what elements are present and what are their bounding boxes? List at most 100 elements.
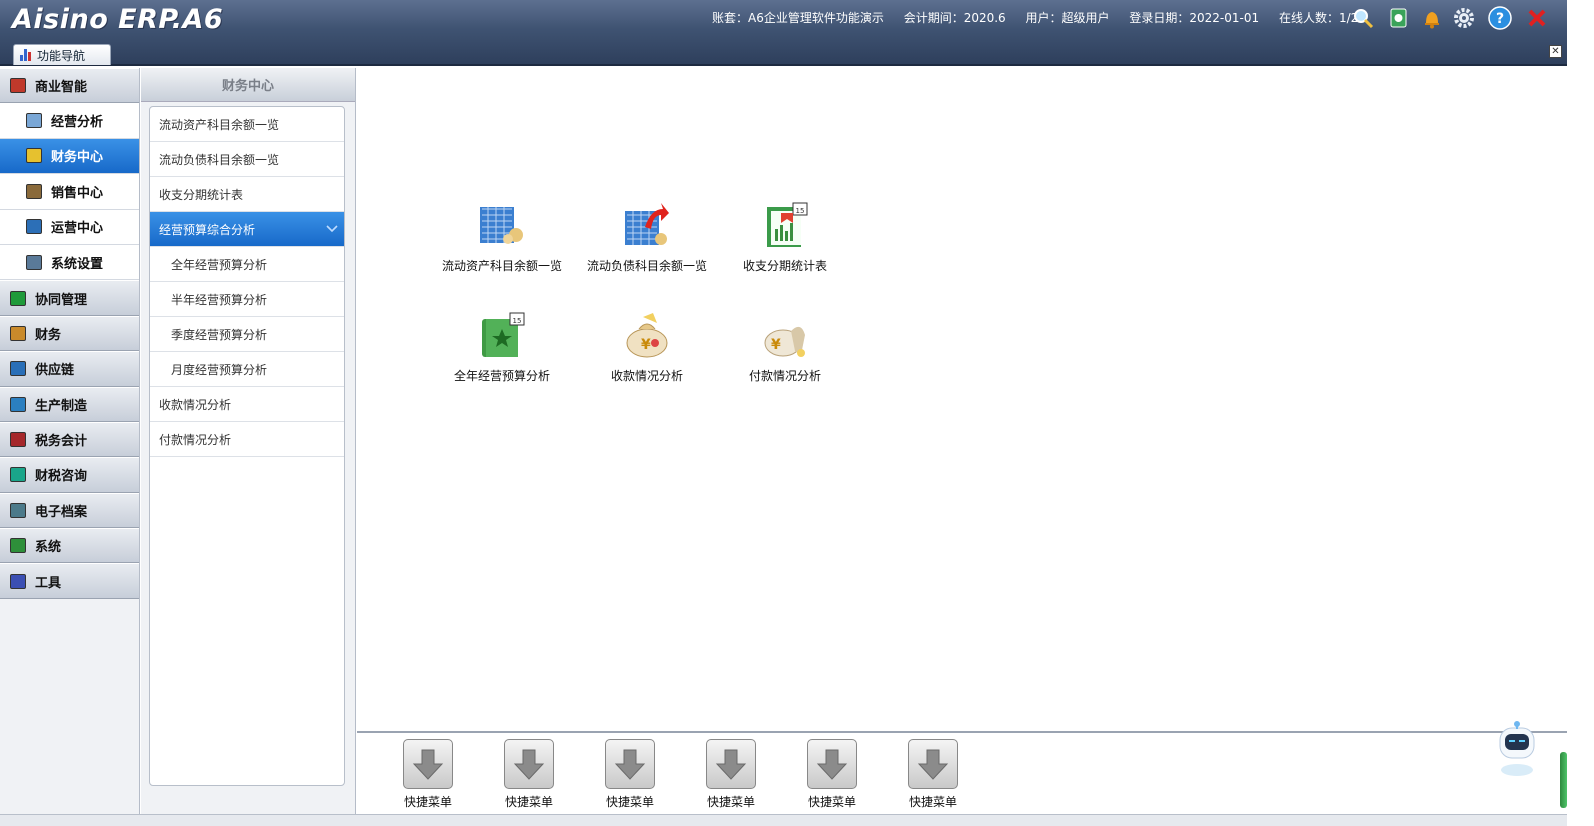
sidebar-item-1[interactable]: 商业智能 — [0, 68, 139, 104]
secondary-nav-item-2[interactable]: 流动负债科目余额一览 — [150, 142, 344, 177]
app-shortcut-6[interactable]: ¥ 付款情况分析 — [715, 311, 855, 384]
sidebar-item-3[interactable]: 财务中心 — [0, 138, 139, 175]
tab-label: 功能导航 — [37, 48, 86, 63]
module-icon — [10, 467, 26, 483]
module-icon — [10, 502, 26, 518]
sidebar-item-10[interactable]: 生产制造 — [0, 386, 139, 422]
quick-menu-label: 快捷菜单 — [403, 795, 452, 809]
sidebar-item-label: 电子档案 — [35, 504, 88, 520]
app-shortcut-2[interactable]: 流动负债科目余额一览 — [577, 201, 717, 274]
sidebar-item-label: 经营分析 — [51, 115, 104, 131]
sidebar-item-7[interactable]: 协同管理 — [0, 280, 139, 316]
quick-menu-button-6[interactable]: 快捷菜单 — [903, 739, 963, 810]
secondary-nav-item-label: 经营预算综合分析 — [159, 222, 256, 237]
online-count-label: 在线人数：1/2 — [1278, 11, 1359, 25]
app-shortcut-1[interactable]: 流动资产科目余额一览 — [432, 201, 572, 274]
sidebar-item-13[interactable]: 电子档案 — [0, 492, 139, 529]
secondary-nav-item-label: 流动负债科目余额一览 — [159, 152, 280, 167]
sidebar-item-4[interactable]: 销售中心 — [0, 174, 139, 210]
search-icon[interactable] — [1351, 6, 1375, 30]
sidebar-item-label: 财税咨询 — [35, 469, 88, 485]
sidebar-item-9[interactable]: 供应链 — [0, 351, 139, 387]
assistant-robot-icon[interactable] — [1490, 720, 1544, 778]
quick-menu-button-2[interactable]: 快捷菜单 — [499, 739, 559, 810]
secondary-nav-item-10[interactable]: 付款情况分析 — [150, 422, 344, 457]
login-date-label: 登录日期：2022-01-01 — [1129, 11, 1260, 25]
app-shortcut-4[interactable]: 15 全年经营预算分析 — [432, 311, 572, 384]
scroll-indicator[interactable] — [1560, 752, 1567, 808]
secondary-nav-item-9[interactable]: 收款情况分析 — [150, 387, 344, 422]
annual-budget-icon: 15 — [478, 311, 526, 359]
close-icon[interactable] — [1525, 6, 1549, 30]
module-icon — [26, 219, 42, 235]
secondary-nav-item-label: 季度经营预算分析 — [171, 327, 268, 342]
asset-balance-icon — [478, 201, 526, 249]
app-shortcut-3[interactable]: 15 收支分期统计表 — [715, 201, 855, 274]
secondary-nav-item-5[interactable]: 全年经营预算分析 — [150, 247, 344, 282]
close-tab-icon[interactable]: ✕ — [1549, 45, 1562, 58]
secondary-nav-item-1[interactable]: 流动资产科目余额一览 — [150, 107, 344, 142]
secondary-nav-item-label: 收支分期统计表 — [159, 187, 244, 202]
app-shortcut-label: 流动负债科目余额一览 — [586, 259, 707, 273]
secondary-nav-title: 财务中心 — [141, 68, 355, 102]
sidebar-item-11[interactable]: 税务会计 — [0, 421, 139, 458]
secondary-nav-list: 流动资产科目余额一览流动负债科目余额一览 收支分期统计表 经营预算综合分析全年经营预… — [149, 106, 345, 786]
liability-balance-icon — [623, 201, 671, 249]
sidebar-item-label: 财务中心 — [51, 150, 104, 166]
gear-icon[interactable] — [1452, 6, 1476, 30]
sidebar-item-label: 销售中心 — [51, 185, 104, 201]
period-label: 会计期间：2020.6 — [903, 11, 1006, 25]
arrow-down-icon — [807, 739, 857, 789]
sidebar-item-14[interactable]: 系统 — [0, 528, 139, 564]
status-bar — [0, 814, 1567, 826]
secondary-nav-item-label: 半年经营预算分析 — [171, 292, 268, 307]
quick-menu-label: 快捷菜单 — [605, 795, 654, 809]
secondary-nav-item-6[interactable]: 半年经营预算分析 — [150, 282, 344, 317]
quick-menu-button-4[interactable]: 快捷菜单 — [701, 739, 761, 810]
arrow-down-icon — [605, 739, 655, 789]
bell-icon[interactable] — [1420, 6, 1444, 30]
sidebar-item-15[interactable]: 工具 — [0, 563, 139, 599]
quick-menu-label: 快捷菜单 — [908, 795, 957, 809]
secondary-nav-item-label: 付款情况分析 — [159, 432, 232, 447]
app-shortcut-5[interactable]: ¥ 收款情况分析 — [577, 311, 717, 384]
sidebar-item-label: 供应链 — [35, 363, 75, 379]
app-logo: Aisino ERP.A6 — [12, 4, 224, 35]
account-label: 账套：A6企业管理软件功能演示 — [712, 11, 884, 25]
chevron-down-icon — [326, 222, 338, 236]
svg-text:?: ? — [1496, 11, 1504, 27]
quick-menu-button-1[interactable]: 快捷菜单 — [398, 739, 458, 810]
module-icon — [10, 538, 26, 554]
arrow-down-icon — [908, 739, 958, 789]
sidebar-item-label: 系统 — [35, 540, 62, 556]
tab-function-navigation[interactable]: 功能导航 — [13, 44, 111, 65]
sidebar-item-5[interactable]: 运营中心 — [0, 209, 139, 245]
secondary-nav-item-7[interactable]: 季度经营预算分析 — [150, 317, 344, 352]
quick-menu-label: 快捷菜单 — [706, 795, 755, 809]
secondary-nav-item-8[interactable]: 月度经营预算分析 — [150, 352, 344, 387]
help-icon[interactable]: ? — [1488, 6, 1512, 30]
app-shortcut-label: 付款情况分析 — [748, 369, 821, 383]
app-shortcut-label: 流动资产科目余额一览 — [441, 259, 562, 273]
module-icon — [10, 325, 26, 341]
notebook-icon[interactable] — [1386, 6, 1410, 30]
sidebar-item-12[interactable]: 财税咨询 — [0, 457, 139, 493]
secondary-nav-item-4[interactable]: 经营预算综合分析 — [150, 212, 344, 247]
sidebar-item-2[interactable]: 经营分析 — [0, 103, 139, 139]
module-icon — [10, 396, 26, 412]
module-icon — [26, 254, 42, 270]
svg-text:¥: ¥ — [771, 337, 781, 353]
module-icon — [10, 290, 26, 306]
quick-menu-bar: 快捷菜单 快捷菜单 快捷菜单 快捷菜单 快捷菜单 快捷菜单 — [357, 731, 1567, 814]
quick-menu-button-3[interactable]: 快捷菜单 — [600, 739, 660, 810]
arrow-down-icon — [504, 739, 554, 789]
quick-menu-button-5[interactable]: 快捷菜单 — [802, 739, 862, 810]
module-icon — [10, 432, 26, 448]
svg-text:15: 15 — [513, 317, 522, 325]
app-shortcut-label: 收款情况分析 — [610, 369, 683, 383]
sidebar-item-6[interactable]: 系统设置 — [0, 244, 139, 281]
sidebar-item-8[interactable]: 财务 — [0, 315, 139, 352]
secondary-nav: 财务中心 流动资产科目余额一览流动负债科目余额一览 收支分期统计表 经营预算综合分析… — [141, 68, 356, 814]
secondary-nav-item-3[interactable]: 收支分期统计表 — [150, 177, 344, 212]
svg-text:15: 15 — [796, 207, 805, 215]
